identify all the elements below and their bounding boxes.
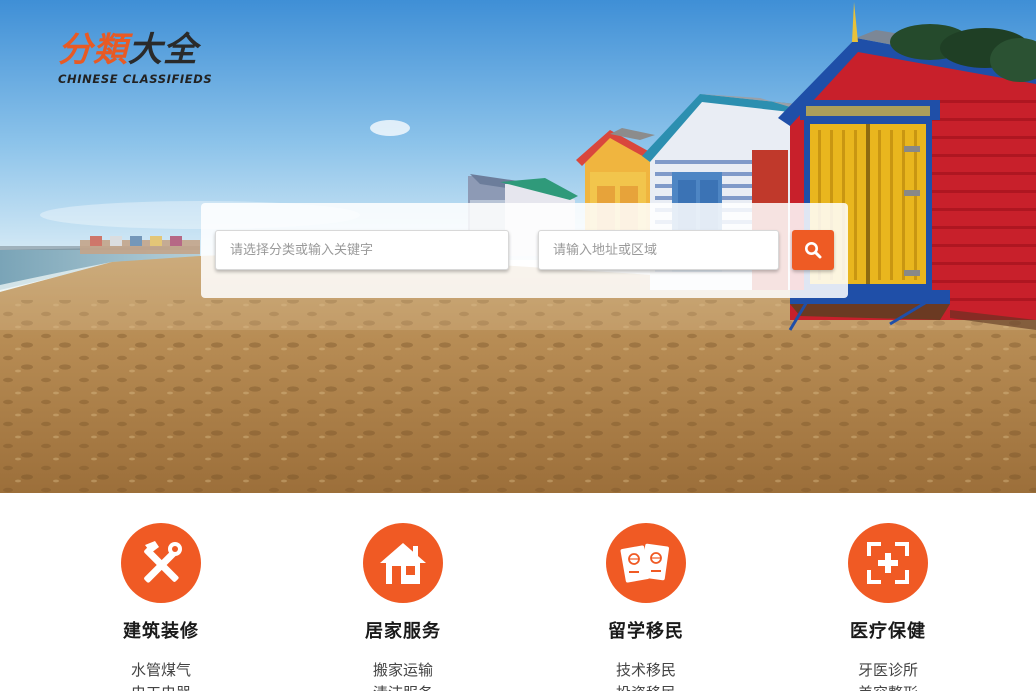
location-search-input[interactable] (538, 230, 779, 270)
category-link[interactable]: 清洁服务 (303, 682, 503, 691)
category-icon-circle[interactable] (848, 523, 928, 603)
category-link[interactable]: 技术移民 (546, 659, 746, 682)
category-medical: 医疗保健 牙医诊所 美容整形 (788, 523, 988, 691)
category-home-services: 居家服务 搬家运输 清洁服务 (303, 523, 503, 691)
category-link[interactable]: 投资移民 (546, 682, 746, 691)
category-title: 留学移民 (608, 621, 684, 642)
category-title: 居家服务 (365, 621, 441, 642)
site-logo[interactable]: 分類大全 CHINESE CLASSIFIEDS (58, 30, 238, 92)
passport-icon (620, 543, 669, 583)
category-grid: 建筑装修 水管煤气 电工电器 居家服务 搬家运输 清洁服务 (0, 493, 1036, 691)
medical-icon (867, 542, 909, 584)
logo-text-cn-part2: 大全 (128, 30, 198, 70)
tools-icon (144, 541, 182, 583)
keyword-search-input[interactable] (215, 230, 509, 270)
category-link[interactable]: 电工电器 (61, 682, 261, 691)
category-link[interactable]: 美容整形 (788, 682, 988, 691)
category-link[interactable]: 牙医诊所 (788, 659, 988, 682)
category-icon-circle[interactable] (606, 523, 686, 603)
logo-text-en: CHINESE CLASSIFIEDS (58, 72, 213, 86)
search-button[interactable] (792, 230, 834, 270)
category-link[interactable]: 搬家运输 (303, 659, 503, 682)
category-study-immigration: 留学移民 技术移民 投资移民 (546, 523, 746, 691)
hero-banner: 分類大全 CHINESE CLASSIFIEDS (0, 0, 1036, 493)
search-icon (805, 242, 822, 259)
logo-text-cn-part1: 分類 (58, 30, 128, 70)
category-construction: 建筑装修 水管煤气 电工电器 (61, 523, 261, 691)
category-icon-circle[interactable] (121, 523, 201, 603)
house-icon (380, 543, 426, 584)
category-title: 建筑装修 (123, 621, 199, 642)
category-link[interactable]: 水管煤气 (61, 659, 261, 682)
category-title: 医疗保健 (850, 621, 926, 642)
search-panel (201, 203, 848, 298)
category-icon-circle[interactable] (363, 523, 443, 603)
